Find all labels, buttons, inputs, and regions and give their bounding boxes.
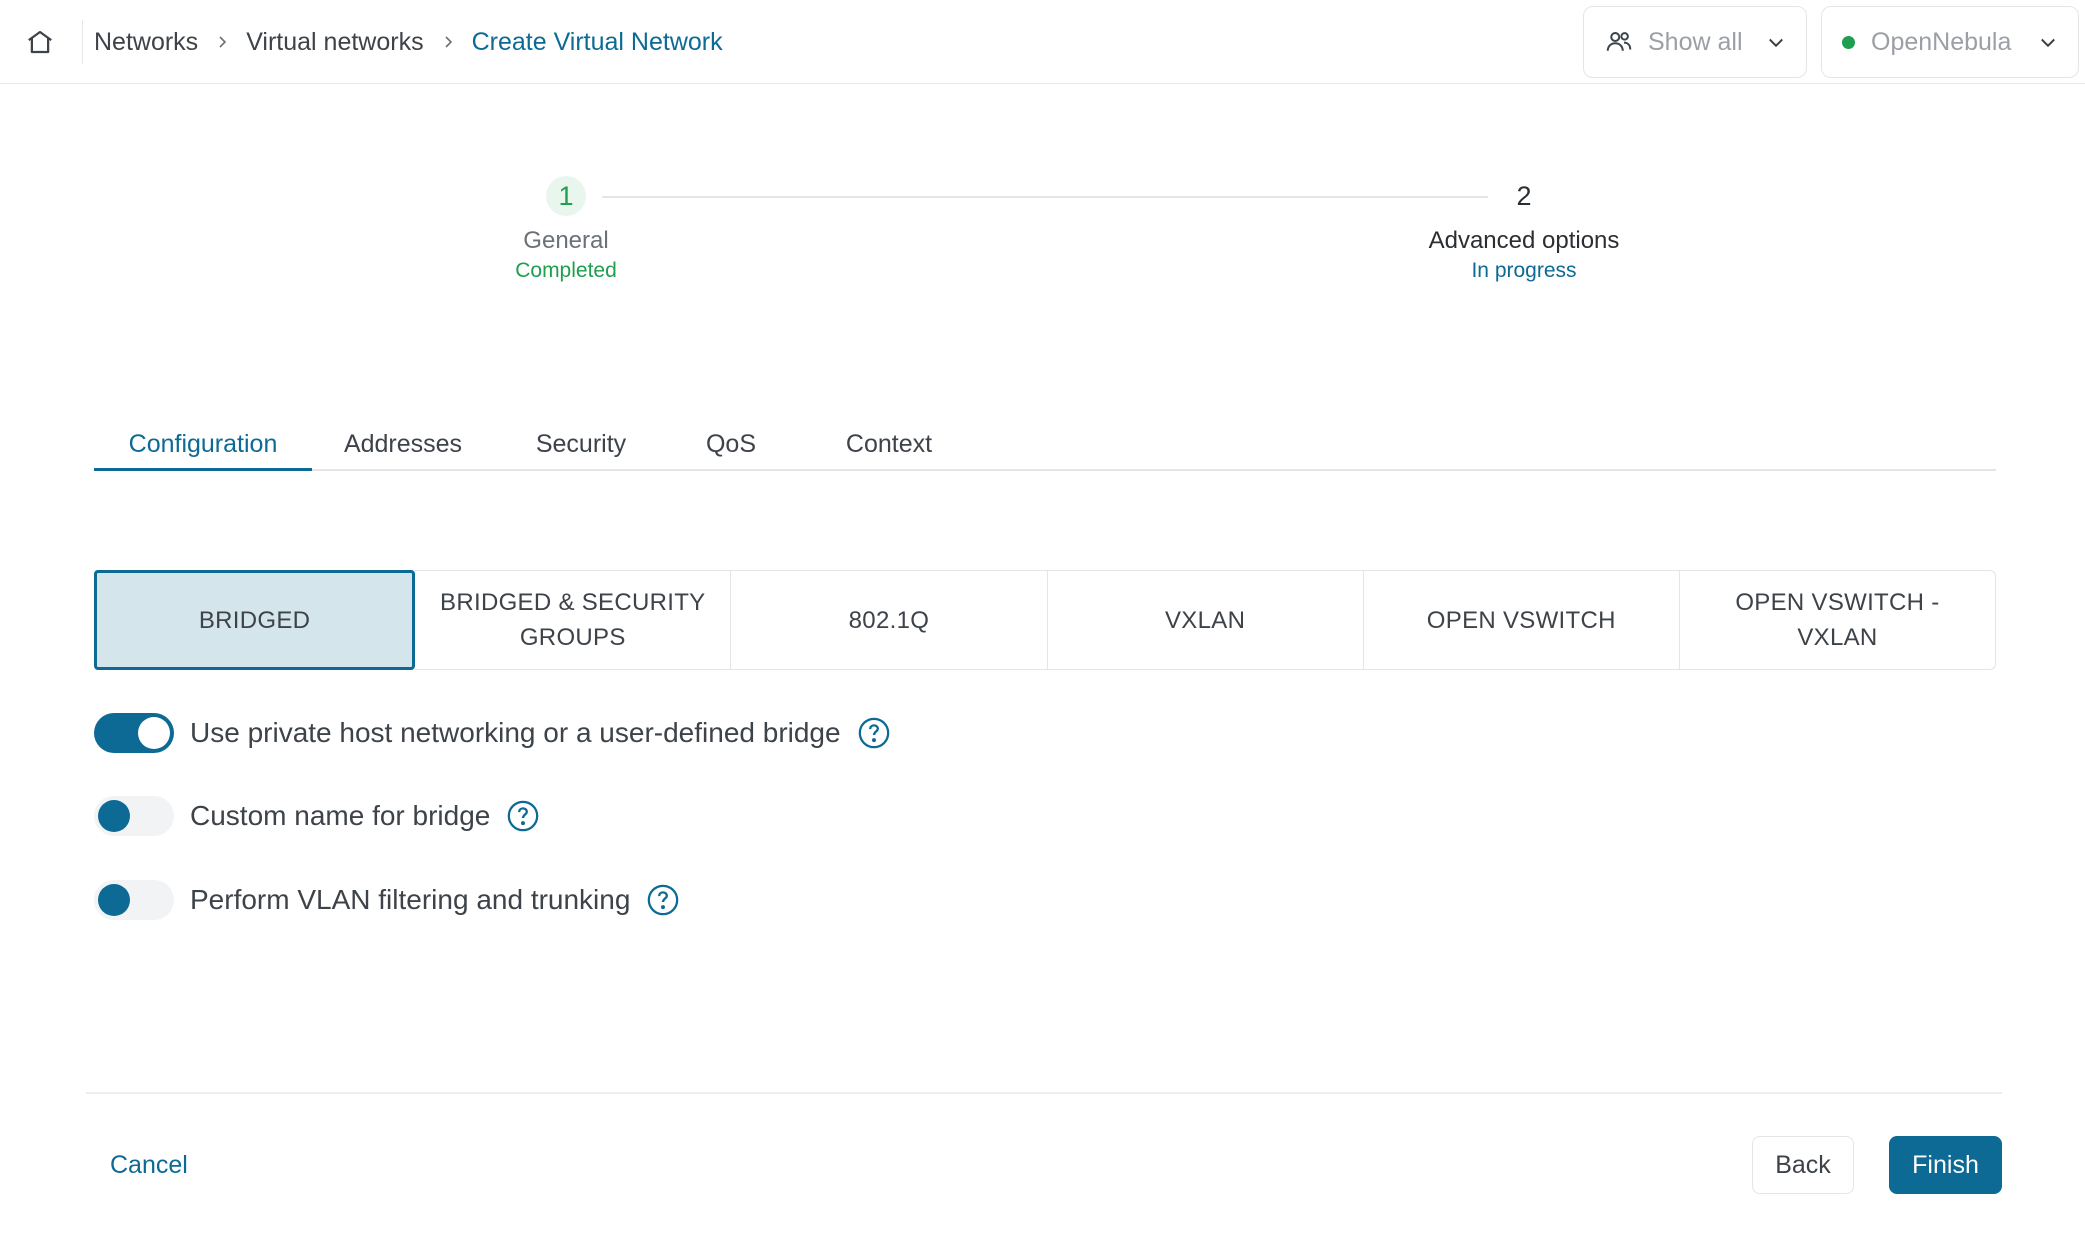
step-1-title: General (523, 227, 609, 254)
driver-bridged-button[interactable]: BRIDGED (94, 570, 416, 670)
step-1-status: Completed (515, 259, 617, 282)
vlan-filtering-label: Perform VLAN filtering and trunking (190, 884, 631, 915)
header-divider (82, 20, 83, 64)
chevron-down-icon (1769, 38, 1783, 48)
home-button[interactable] (22, 24, 58, 60)
step-2-status: In progress (1471, 259, 1577, 282)
driver-8021q-button[interactable]: 802.1Q (731, 570, 1048, 670)
cloud-select[interactable]: OpenNebula (1821, 6, 2079, 78)
back-button[interactable]: Back (1752, 1136, 1854, 1194)
vlan-filtering-row: Perform VLAN filtering and trunking (94, 877, 680, 923)
private-host-networking-row: Use private host networking or a user-de… (94, 710, 891, 756)
private-host-networking-label: Use private host networking or a user-de… (190, 717, 841, 748)
help-icon[interactable] (646, 883, 680, 917)
home-icon (28, 30, 52, 54)
breadcrumb-networks[interactable]: Networks (94, 28, 198, 57)
breadcrumb: Networks Virtual networks Create Virtual… (94, 22, 723, 62)
driver-vxlan-button[interactable]: VXLAN (1047, 570, 1364, 670)
users-icon (1606, 32, 1632, 51)
help-icon[interactable] (857, 716, 891, 750)
private-host-networking-switch[interactable] (94, 713, 174, 753)
footer-divider (86, 1092, 2002, 1094)
switch-knob (98, 800, 130, 832)
status-dot (1842, 35, 1855, 49)
chevron-down-icon (2041, 38, 2055, 48)
cloud-select-value: OpenNebula (1871, 27, 2012, 56)
step-2-number: 2 (1516, 180, 1532, 211)
breadcrumb-virtual-networks[interactable]: Virtual networks (246, 28, 423, 57)
top-bar: Networks Virtual networks Create Virtual… (0, 0, 2085, 84)
step-1-number: 1 (546, 176, 586, 216)
tab-bar: Configuration Addresses Security QoS Con… (94, 426, 1996, 471)
driver-open-vswitch-button[interactable]: OPEN VSWITCH (1363, 570, 1680, 670)
custom-bridge-name-switch[interactable] (94, 796, 174, 836)
vlan-filtering-switch[interactable] (94, 880, 174, 920)
custom-bridge-name-row: Custom name for bridge (94, 793, 540, 839)
breadcrumb-create-virtual-network: Create Virtual Network (471, 27, 723, 56)
driver-open-vswitch-vxlan-button[interactable]: OPEN VSWITCH - VXLAN (1679, 570, 1997, 670)
tab-addresses[interactable]: Addresses (312, 426, 494, 471)
chevron-right-icon (214, 34, 230, 50)
group-select-value: Show all (1648, 27, 1743, 56)
custom-bridge-name-label: Custom name for bridge (190, 800, 491, 831)
tab-context[interactable]: Context (794, 426, 984, 471)
group-select[interactable]: Show all (1583, 6, 1807, 78)
finish-button[interactable]: Finish (1889, 1136, 2002, 1194)
driver-bridged-security-groups-button[interactable]: BRIDGED & SECURITY GROUPS (415, 570, 732, 670)
tab-qos[interactable]: QoS (668, 426, 794, 471)
switch-knob (138, 717, 170, 749)
step-2-title: Advanced options (1428, 227, 1620, 254)
cancel-button[interactable]: Cancel (96, 1140, 202, 1190)
chevron-right-icon (440, 34, 456, 50)
switch-knob (98, 884, 130, 916)
step-connector (602, 196, 1488, 198)
tab-security[interactable]: Security (494, 426, 668, 471)
tab-configuration[interactable]: Configuration (94, 426, 312, 471)
help-icon[interactable] (506, 799, 540, 833)
network-driver-selector: BRIDGED BRIDGED & SECURITY GROUPS 802.1Q… (94, 570, 1997, 670)
